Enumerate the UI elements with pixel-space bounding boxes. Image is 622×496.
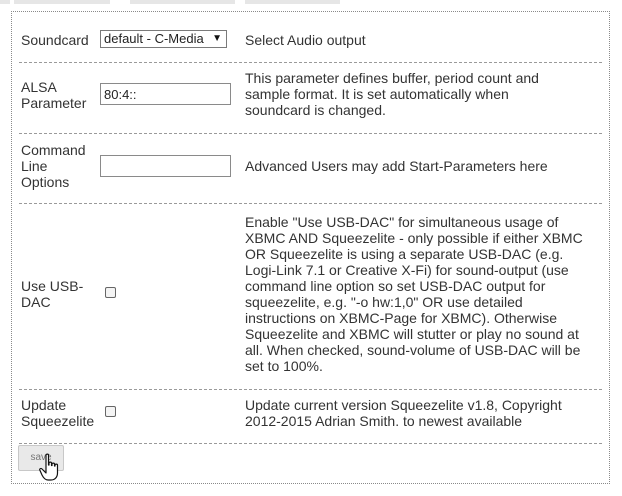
row-divider xyxy=(19,203,602,204)
soundcard-row: Soundcard default - C-Media ▼ Select Aud… xyxy=(19,24,602,56)
cmdline-row: Command Line Options Advanced Users may … xyxy=(19,135,602,203)
row-divider xyxy=(19,389,602,390)
usbdac-description-line: XBMC AND Squeezelite - only possible if … xyxy=(245,230,583,246)
soundcard-selected-value: default - C-Media xyxy=(104,31,204,46)
update-squeezelite-checkbox[interactable] xyxy=(105,406,116,417)
alsa-parameter-input[interactable] xyxy=(100,83,231,105)
usbdac-label-line: DAC xyxy=(21,294,51,310)
usbdac-description: Enable "Use USB-DAC" for simultaneous us… xyxy=(245,214,600,374)
update-description-line: 2012-2015 Adrian Smith. to newest availa… xyxy=(245,413,523,429)
alsa-description: This parameter defines buffer, period co… xyxy=(245,70,600,118)
usbdac-description-line: set to 100%. xyxy=(245,358,323,374)
hand-pointer-cursor-icon xyxy=(39,453,59,481)
usbdac-label: Use USB- DAC xyxy=(21,278,83,310)
usbdac-description-line: Enable "Use USB-DAC" for simultaneous us… xyxy=(245,214,559,230)
cmdline-label-line: Line xyxy=(21,158,48,174)
cmdline-label-line: Options xyxy=(21,174,70,190)
usbdac-checkbox[interactable] xyxy=(105,287,116,298)
update-description: Update current version Squeezelite v1.8,… xyxy=(245,397,600,429)
dropdown-arrow-icon: ▼ xyxy=(212,33,222,44)
usbdac-description-line: OR Squeezelite is using a separate USB-D… xyxy=(245,246,564,262)
usbdac-description-line: Logi-Link 7.1 or Creative X-Fi) for soun… xyxy=(245,262,569,278)
usbdac-row: Use USB- DAC Enable "Use USB-DAC" for si… xyxy=(19,205,602,387)
cmdline-options-input[interactable] xyxy=(100,155,231,177)
row-divider xyxy=(19,443,602,444)
alsa-label: ALSA Parameter xyxy=(21,79,86,111)
cmdline-label: Command Line Options xyxy=(21,142,86,190)
usbdac-description-line: squeezelite, e.g. "-o hw:1,0" OR use det… xyxy=(245,294,523,310)
settings-form: Soundcard default - C-Media ▼ Select Aud… xyxy=(11,11,610,484)
top-tab xyxy=(14,0,110,4)
top-tab xyxy=(0,0,10,4)
update-row: Update Squeezelite Update current versio… xyxy=(19,391,602,441)
update-label-line: Update xyxy=(21,397,67,413)
update-label: Update Squeezelite xyxy=(21,397,94,429)
alsa-description-line: This parameter defines buffer, period co… xyxy=(245,70,539,86)
usbdac-description-line: instructions on XBMC-Page for XBMC). Oth… xyxy=(245,310,557,326)
usbdac-label-line: Use USB- xyxy=(21,278,84,294)
alsa-row: ALSA Parameter This parameter defines bu… xyxy=(19,64,602,134)
row-divider xyxy=(19,133,602,134)
top-tab-strip xyxy=(0,0,622,6)
row-divider xyxy=(19,62,602,63)
usbdac-description-line: command line option so set USB-DAC outpu… xyxy=(245,278,546,294)
usbdac-description-line: all. When checked, sound-volume of USB-D… xyxy=(245,342,581,358)
soundcard-select[interactable]: default - C-Media ▼ xyxy=(100,30,227,48)
alsa-label-line: ALSA xyxy=(21,79,57,95)
top-tab xyxy=(245,0,340,4)
update-label-line: Squeezelite xyxy=(21,413,95,429)
cmdline-description: Advanced Users may add Start-Parameters … xyxy=(245,158,548,174)
top-tab xyxy=(130,0,235,4)
update-description-line: Update current version Squeezelite v1.8,… xyxy=(245,397,562,413)
alsa-description-line: sample format. It is set automatically w… xyxy=(245,86,509,102)
soundcard-description: Select Audio output xyxy=(245,32,366,48)
soundcard-label: Soundcard xyxy=(21,32,89,48)
alsa-label-line: Parameter xyxy=(21,95,87,111)
cmdline-label-line: Command xyxy=(21,142,86,158)
usbdac-description-line: Squeezelite and XBMC will stutter or pla… xyxy=(245,326,579,342)
alsa-description-line: soundcard is changed. xyxy=(245,102,386,118)
